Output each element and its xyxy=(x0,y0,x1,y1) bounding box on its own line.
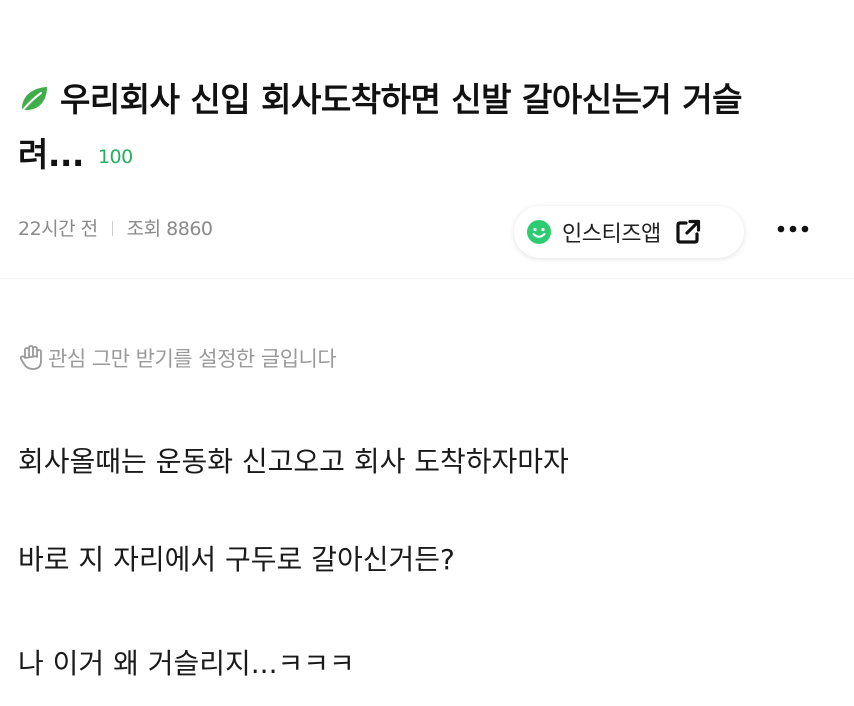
instiz-app-button[interactable]: 인스티즈앱 xyxy=(514,206,744,258)
post-time: 22시간 전 xyxy=(18,218,98,240)
meta-divider xyxy=(111,221,113,236)
post-views: 조회 8860 xyxy=(126,218,213,240)
content-line: 나 이거 왜 거슬리지...ㅋㅋㅋ xyxy=(18,647,355,680)
app-button-label: 인스티즈앱 xyxy=(562,222,661,247)
post-meta: 22시간 전 조회 8860 xyxy=(18,214,213,241)
content-line: 바로 지 자리에서 구두로 갈아신거든? xyxy=(18,543,455,576)
post-title: 우리회사 신입 회사도착하면 신발 갈아신는거 거슬려... 100 xyxy=(18,72,828,185)
comment-count[interactable]: 100 xyxy=(98,146,133,168)
post-header: 우리회사 신입 회사도착하면 신발 갈아신는거 거슬려... 100 22시간 전… xyxy=(0,0,854,278)
smile-icon xyxy=(527,220,551,244)
more-icon[interactable] xyxy=(773,214,813,244)
mute-notice: 관심 그만 받기를 설정한 글입니다 xyxy=(18,343,337,373)
header-divider xyxy=(0,278,854,279)
external-link-icon xyxy=(676,219,700,244)
leaf-icon xyxy=(21,87,47,112)
hand-icon xyxy=(19,345,42,370)
content-line: 회사올때는 운동화 신고오고 회사 도착하자마자 xyxy=(18,445,569,478)
mute-notice-text: 관심 그만 받기를 설정한 글입니다 xyxy=(48,347,337,371)
